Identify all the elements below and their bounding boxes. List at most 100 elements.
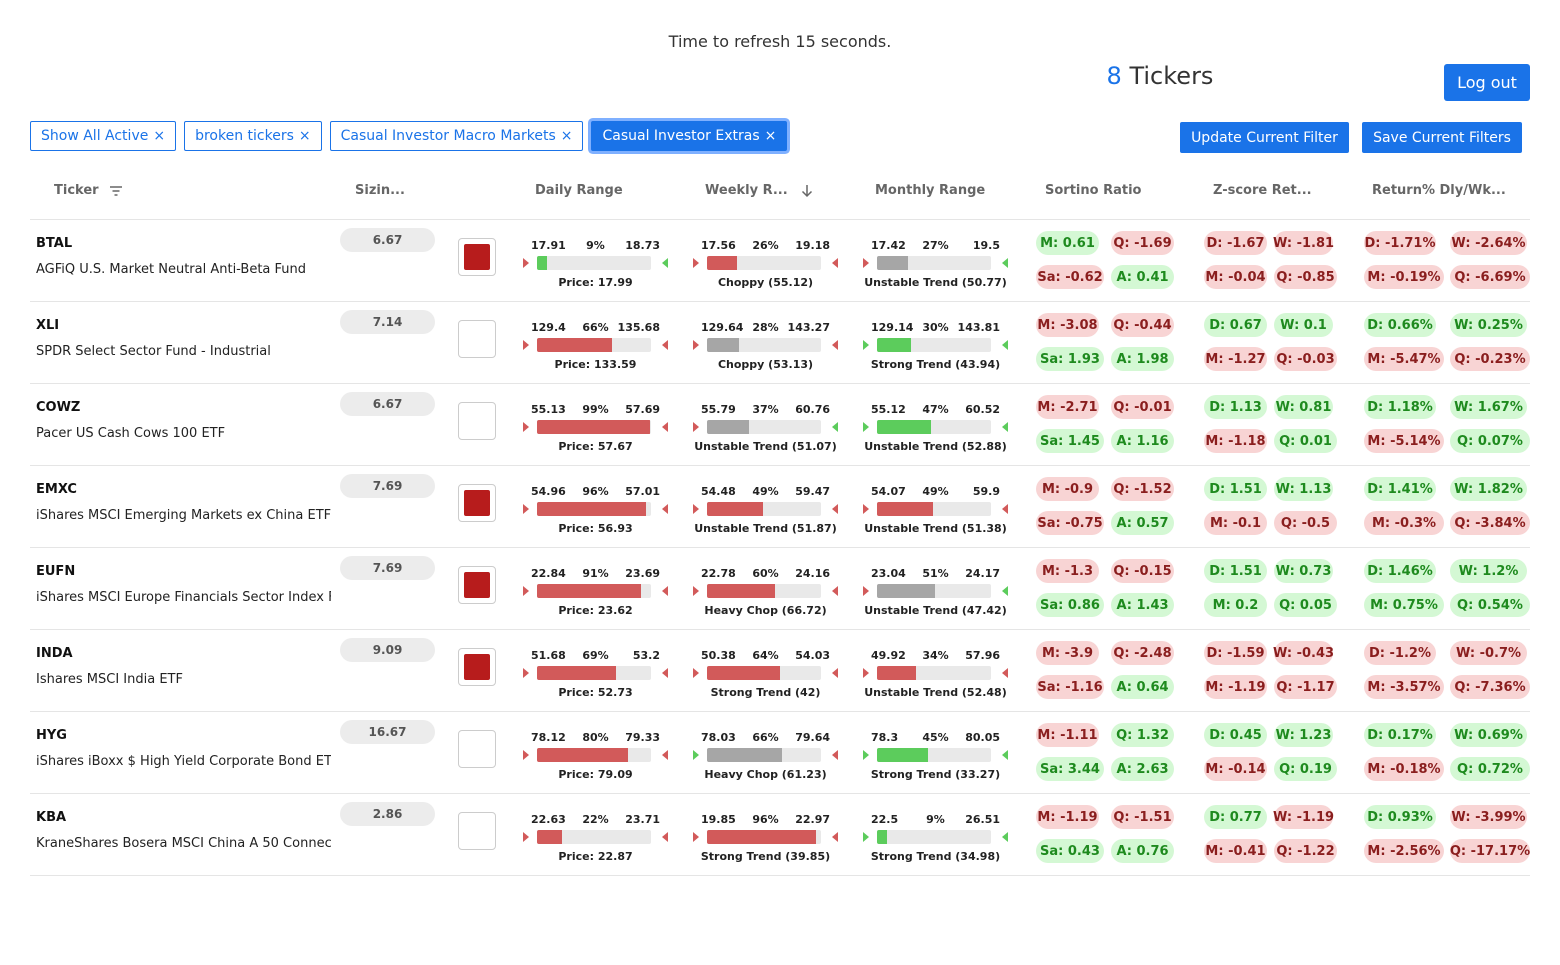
- flag-checkbox[interactable]: [458, 238, 496, 276]
- column-header-sizing[interactable]: Sizin...: [355, 183, 405, 198]
- sortino-pill: Sa: 1.45: [1036, 429, 1104, 453]
- table-row[interactable]: EUFN iShares MSCI Europe Financials Secto…: [0, 547, 1560, 629]
- range-bar-track: [877, 748, 991, 762]
- range-high: 19.5: [972, 239, 1000, 252]
- save-filters-button[interactable]: Save Current Filters: [1362, 122, 1522, 153]
- range-low: 129.14: [871, 321, 914, 334]
- close-icon[interactable]: ×: [561, 128, 573, 144]
- update-filter-button[interactable]: Update Current Filter: [1180, 122, 1349, 153]
- range-bar: [523, 502, 668, 518]
- range-bar-fill: [877, 256, 908, 270]
- table-row[interactable]: BTAL AGFiQ U.S. Market Neutral Anti-Beta …: [0, 219, 1560, 301]
- range-bar-fill: [707, 830, 816, 844]
- range-bar: [863, 666, 1008, 682]
- range-low: 22.63: [531, 813, 566, 826]
- sortino-pill: M: -1.19: [1036, 805, 1099, 829]
- range-low: 49.92: [871, 649, 906, 662]
- triangle-left-icon: [1002, 504, 1008, 514]
- flag-checkbox[interactable]: [458, 812, 496, 850]
- close-icon[interactable]: ×: [299, 128, 311, 144]
- arrow-down-icon[interactable]: [800, 184, 814, 198]
- range-low: 22.5: [871, 813, 899, 826]
- returns-pill: Q: -17.17%: [1450, 839, 1530, 863]
- column-header-daily-range[interactable]: Daily Range: [535, 183, 623, 198]
- refresh-countdown: Time to refresh 15 seconds.: [668, 32, 892, 51]
- filter-chip[interactable]: broken tickers ×: [184, 121, 322, 151]
- flag-checkbox[interactable]: [458, 648, 496, 686]
- ticker-symbol[interactable]: EUFN: [36, 564, 75, 579]
- range-high: 26.51: [965, 813, 1000, 826]
- range-values: 64% 50.38 54.03: [693, 649, 838, 663]
- monthly-range: 45% 78.3 80.05 Strong Trend (33.27): [863, 731, 1008, 781]
- column-header-sortino[interactable]: Sortino Ratio: [1045, 183, 1141, 198]
- zscore-pill: W: -0.43: [1273, 641, 1334, 665]
- table-row[interactable]: INDA Ishares MSCI India ETF 9.09 69% 51.68 53…: [0, 629, 1560, 711]
- range-bar: [523, 584, 668, 600]
- range-label: Unstable Trend (51.38): [864, 522, 1007, 535]
- triangle-left-icon: [832, 586, 838, 596]
- range-low: 17.42: [871, 239, 906, 252]
- range-high: 57.01: [625, 485, 660, 498]
- range-bar-fill: [537, 338, 612, 352]
- sortino-pill: Q: -1.52: [1111, 477, 1174, 501]
- range-bar-fill: [707, 338, 739, 352]
- flag-checkbox[interactable]: [458, 730, 496, 768]
- range-low: 54.48: [701, 485, 736, 498]
- zscore-pill: W: 1.13: [1274, 477, 1333, 501]
- flag-checkbox[interactable]: [458, 484, 496, 522]
- range-label: Price: 57.67: [558, 440, 633, 453]
- triangle-right-icon: [523, 504, 529, 514]
- column-header-zscore[interactable]: Z-score Ret...: [1213, 183, 1312, 198]
- filter-chip[interactable]: Casual Investor Extras ×: [591, 121, 788, 151]
- range-values: 49% 54.48 59.47: [693, 485, 838, 499]
- ticker-symbol[interactable]: EMXC: [36, 482, 77, 497]
- filter-chip[interactable]: Show All Active ×: [30, 121, 177, 151]
- close-icon[interactable]: ×: [765, 128, 777, 144]
- range-values: 51% 23.04 24.17: [863, 567, 1008, 581]
- ticker-symbol[interactable]: HYG: [36, 728, 67, 743]
- range-low: 54.96: [531, 485, 566, 498]
- range-bar-track: [877, 502, 991, 516]
- triangle-right-icon: [863, 258, 869, 268]
- table-row[interactable]: EMXC iShares MSCI Emerging Markets ex Chi…: [0, 465, 1560, 547]
- zscore-pill: Q: 0.01: [1274, 429, 1337, 453]
- triangle-left-icon: [1002, 258, 1008, 268]
- filter-chip-label: Casual Investor Macro Markets: [340, 128, 556, 144]
- table-row[interactable]: COWZ Pacer US Cash Cows 100 ETF 6.67 99% 55.…: [0, 383, 1560, 465]
- ticker-symbol[interactable]: XLI: [36, 318, 59, 333]
- range-bar: [693, 666, 838, 682]
- flag-checkbox[interactable]: [458, 402, 496, 440]
- triangle-right-icon: [523, 586, 529, 596]
- range-bar-track: [877, 666, 991, 680]
- filter-chip[interactable]: Casual Investor Macro Markets ×: [329, 121, 584, 151]
- ticker-symbol[interactable]: KBA: [36, 810, 66, 825]
- range-values: 34% 49.92 57.96: [863, 649, 1008, 663]
- column-header-ticker[interactable]: Ticker: [54, 183, 124, 198]
- flag-checkbox[interactable]: [458, 320, 496, 358]
- flag-checkbox[interactable]: [458, 566, 496, 604]
- sizing-badge: 6.67: [340, 228, 435, 252]
- range-label: Heavy Chop (66.72): [704, 604, 827, 617]
- ticker-symbol[interactable]: INDA: [36, 646, 73, 661]
- range-bar-track: [537, 666, 651, 680]
- filter-icon[interactable]: [108, 184, 124, 198]
- range-label: Strong Trend (39.85): [700, 850, 831, 863]
- column-header-monthly-range[interactable]: Monthly Range: [875, 183, 985, 198]
- zscore-pill: Q: -0.03: [1274, 347, 1337, 371]
- ticker-symbol[interactable]: BTAL: [36, 236, 72, 251]
- table-row[interactable]: XLI SPDR Select Sector Fund - Industrial 7…: [0, 301, 1560, 383]
- weekly-range: 49% 54.48 59.47 Unstable Trend (51.87): [693, 485, 838, 535]
- sizing-badge: 7.69: [340, 556, 435, 580]
- column-header-weekly-range[interactable]: Weekly R...: [705, 183, 814, 198]
- range-label: Unstable Trend (52.88): [864, 440, 1007, 453]
- logout-button[interactable]: Log out: [1444, 64, 1530, 101]
- ticker-symbol[interactable]: COWZ: [36, 400, 80, 415]
- column-header-returns[interactable]: Return% Dly/Wk...: [1372, 183, 1506, 198]
- range-label: Price: 22.87: [558, 850, 633, 863]
- range-bar: [693, 748, 838, 764]
- range-bar-fill: [537, 830, 562, 844]
- table-row[interactable]: KBA KraneShares Bosera MSCI China A 50 Co…: [0, 793, 1560, 875]
- table-row[interactable]: HYG iShares iBoxx $ High Yield Corporate …: [0, 711, 1560, 793]
- close-icon[interactable]: ×: [153, 128, 165, 144]
- range-values: 22% 22.63 23.71: [523, 813, 668, 827]
